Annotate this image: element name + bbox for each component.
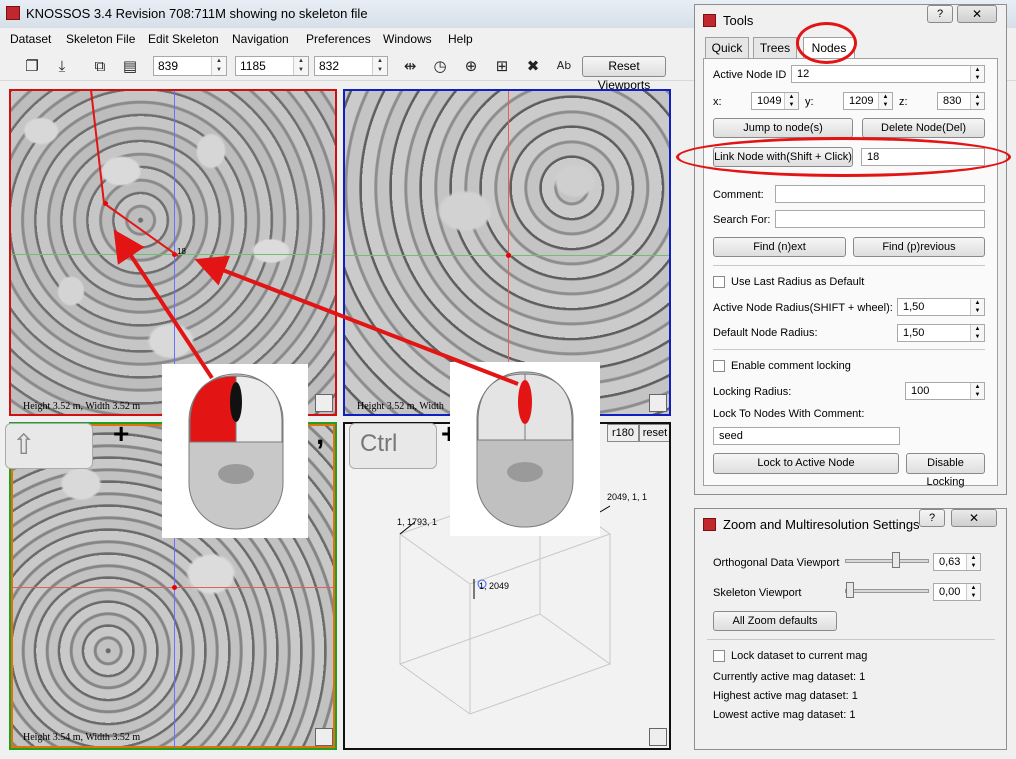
active-radius-label: Active Node Radius(SHIFT + wheel):	[713, 302, 893, 314]
lock-comment-label: Lock To Nodes With Comment:	[713, 408, 865, 420]
disable-locking-button[interactable]: Disable Locking	[906, 453, 985, 488]
zoom-panel: Zoom and Multiresolution Settings ? ✕ Or…	[694, 508, 1007, 750]
divider	[713, 349, 985, 350]
search-field[interactable]	[775, 210, 985, 228]
app-icon	[703, 518, 716, 531]
y-label: y:	[805, 96, 814, 108]
highlight-oval-link-node	[676, 137, 1011, 177]
zoom-defaults-button[interactable]: All Zoom defaults	[713, 611, 837, 631]
node-z-field[interactable]: 830 ▲ ▼	[937, 92, 985, 110]
find-previous-button[interactable]: Find (p)revious	[853, 237, 985, 257]
enable-locking-label: Enable comment locking	[731, 360, 851, 372]
tab-quick[interactable]: Quick	[705, 37, 749, 59]
lock-mag-checkbox[interactable]	[713, 650, 725, 662]
locking-radius-label: Locking Radius:	[713, 386, 792, 398]
divider	[707, 639, 995, 640]
highest-mag-label: Highest active mag dataset: 1	[713, 690, 858, 702]
lock-comment-field[interactable]: seed	[713, 427, 900, 445]
skeleton-zoom-field[interactable]: 0,00 ▲ ▼	[933, 583, 981, 601]
default-radius-label: Default Node Radius:	[713, 327, 818, 339]
jump-to-node-button[interactable]: Jump to node(s)	[713, 118, 853, 138]
comment-label: Comment:	[713, 189, 764, 201]
app-icon	[703, 14, 716, 27]
divider	[713, 265, 985, 266]
use-last-radius-checkbox[interactable]	[713, 276, 725, 288]
active-node-label: Active Node ID	[713, 69, 787, 81]
zoom-title: Zoom and Multiresolution Settings	[723, 517, 920, 532]
z-label: z:	[899, 96, 908, 108]
ortho-zoom-slider[interactable]	[845, 552, 929, 568]
ortho-zoom-field[interactable]: 0,63 ▲ ▼	[933, 553, 981, 571]
close-button[interactable]: ✕	[957, 5, 997, 23]
close-button[interactable]: ✕	[951, 509, 997, 527]
annotation-arrows	[90, 89, 519, 386]
corner-label: 1, 2049	[479, 581, 510, 591]
default-radius-field[interactable]: 1,50 ▲ ▼	[897, 324, 985, 342]
lock-mag-label: Lock dataset to current mag	[731, 650, 868, 662]
active-radius-field[interactable]: 1,50 ▲ ▼	[897, 298, 985, 316]
current-mag-label: Currently active mag dataset: 1	[713, 671, 866, 683]
locking-radius-field[interactable]: 100 ▲ ▼	[905, 382, 985, 400]
use-last-radius-label: Use Last Radius as Default	[731, 276, 865, 288]
help-button[interactable]: ?	[927, 5, 953, 23]
node-x-field[interactable]: 1049 ▲ ▼	[751, 92, 799, 110]
delete-node-button[interactable]: Delete Node(Del)	[862, 118, 985, 138]
slider-thumb[interactable]	[892, 552, 900, 568]
active-node-id-field[interactable]: 12 ▲ ▼	[791, 65, 985, 83]
viewport-resize-handle[interactable]	[649, 728, 667, 746]
find-next-button[interactable]: Find (n)ext	[713, 237, 846, 257]
tab-trees[interactable]: Trees	[753, 37, 797, 59]
ortho-zoom-label: Orthogonal Data Viewport	[713, 557, 840, 569]
tools-panel: Tools ? ✕ Quick Trees Nodes Active Node …	[694, 4, 1007, 495]
skeleton-zoom-slider[interactable]	[845, 582, 929, 598]
node-y-field[interactable]: 1209 ▲ ▼	[843, 92, 893, 110]
comment-field[interactable]	[775, 185, 985, 203]
help-button[interactable]: ?	[919, 509, 945, 527]
search-label: Search For:	[713, 214, 771, 226]
tools-title: Tools	[723, 13, 754, 28]
node-marker[interactable]	[172, 585, 177, 590]
highlight-oval-nodes-tab	[796, 22, 857, 64]
enable-locking-checkbox[interactable]	[713, 360, 725, 372]
x-label: x:	[713, 96, 722, 108]
lock-active-node-button[interactable]: Lock to Active Node	[713, 453, 899, 474]
skeleton-zoom-label: Skeleton Viewport	[713, 587, 802, 599]
viewport-size-label: Height 3.54 m, Width 3.52 m	[23, 732, 141, 743]
slider-thumb[interactable]	[846, 582, 854, 598]
viewport-resize-handle[interactable]	[315, 728, 333, 746]
lowest-mag-label: Lowest active mag dataset: 1	[713, 709, 856, 721]
